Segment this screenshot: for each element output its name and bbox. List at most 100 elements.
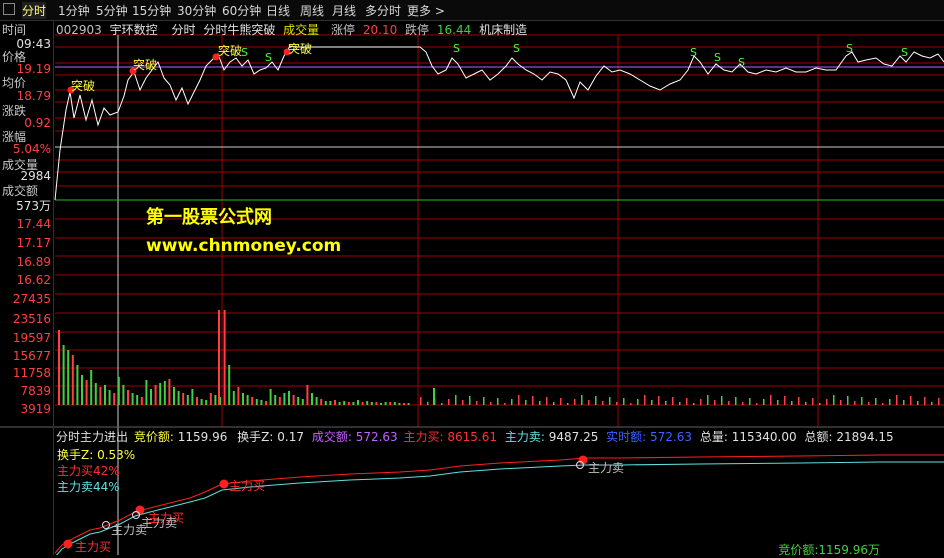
- amount-label: 成交额:: [311, 430, 352, 444]
- price-axis-label: 16.62: [16, 273, 51, 287]
- volume-bar: [742, 402, 744, 405]
- main-sell-label: 主力卖:: [504, 430, 545, 444]
- volume-bar: [177, 391, 180, 405]
- volume-bar: [630, 403, 632, 405]
- volume-bar: [168, 379, 171, 405]
- volume-bar: [343, 401, 346, 405]
- volume-bar: [490, 402, 492, 405]
- volume-bar: [791, 401, 793, 405]
- volume-bar: [191, 389, 194, 405]
- volume-toggle[interactable]: 成交量: [283, 23, 319, 37]
- volume-bar: [644, 395, 646, 405]
- volume-bar: [90, 370, 93, 405]
- turnover-label: 换手Z:: [237, 430, 274, 444]
- volume-bar: [882, 403, 884, 405]
- volume-bar: [173, 387, 175, 405]
- volume-bar: [441, 403, 443, 405]
- volume-bar: [812, 398, 814, 405]
- volume-bar: [113, 393, 116, 405]
- volume-bar: [99, 387, 102, 405]
- volume-bar: [651, 400, 653, 405]
- legend-turnover: 换手Z: 0.53%: [57, 448, 136, 462]
- sector-name: 机床制造: [479, 23, 528, 37]
- volume-bar: [728, 401, 730, 405]
- volume-bar: [62, 345, 65, 405]
- sub-title[interactable]: 分时主力进出: [56, 430, 128, 444]
- volume-bar: [840, 400, 842, 405]
- legend-main-buy: 主力买42%: [57, 464, 120, 478]
- volume-bar: [679, 402, 681, 405]
- volume-bar: [122, 385, 125, 405]
- volume-bar: [366, 401, 369, 405]
- breakout-label: 突破: [71, 79, 96, 93]
- volume-bar: [546, 397, 548, 405]
- sell-signal: S: [241, 46, 248, 59]
- sub-indicator-bar: 分时主力进出 竞价额: 1159.96 换手Z: 0.17 成交额: 572.6…: [56, 428, 894, 445]
- volume-bar: [76, 365, 79, 405]
- volume-bar: [196, 397, 198, 405]
- volume-bar: [334, 400, 336, 405]
- volume-bar: [159, 383, 162, 405]
- limit-up-value: 20.10: [362, 23, 398, 37]
- volume-bar: [595, 396, 597, 405]
- volume-bar: [581, 395, 583, 405]
- change-label: 涨跌: [2, 104, 27, 118]
- realtime-label: 实时额:: [606, 430, 647, 444]
- volume-bar: [553, 402, 555, 405]
- volume-bar: [889, 399, 891, 405]
- volume-bar: [370, 402, 373, 405]
- volume-axis-label: 27435: [12, 292, 51, 306]
- price-axis-label: 17.17: [16, 236, 51, 250]
- volume-bar: [246, 395, 249, 405]
- volume-bar: [686, 398, 688, 405]
- chart-svg: [0, 34, 944, 555]
- volume-bar: [265, 401, 267, 405]
- volume-bar: [455, 395, 457, 405]
- volume-bar: [819, 403, 821, 405]
- volume-bar: [200, 399, 203, 405]
- watermark-title: 第一股票公式网: [146, 207, 272, 228]
- volume-bar: [398, 403, 401, 405]
- stock-info-bar: 002903 宇环数控 分时 分时牛熊突破 成交量 涨停 20.10 跌停 16…: [56, 21, 527, 38]
- volume-bar: [623, 398, 625, 405]
- volume-bar: [274, 395, 277, 405]
- volume-bar: [693, 403, 695, 405]
- volume-bar: [163, 381, 166, 405]
- volume-bar: [104, 385, 106, 405]
- volume-bar: [384, 402, 387, 405]
- sell-signal: S: [738, 56, 745, 69]
- volume-bar: [278, 397, 281, 405]
- volume-bar: [403, 403, 405, 405]
- main-buy-marker: [63, 539, 73, 549]
- volume-bar: [218, 310, 220, 405]
- volume-bar: [338, 402, 341, 405]
- volume-bar: [301, 399, 304, 405]
- pct-value: 5.04%: [12, 142, 51, 156]
- volume-bar: [154, 385, 157, 405]
- volume-bar: [205, 400, 208, 405]
- main-buy-marker: [219, 479, 229, 489]
- volume-bar: [938, 398, 940, 405]
- volume-bar: [735, 397, 737, 405]
- volume-bar: [209, 393, 212, 405]
- auction-label: 竞价额:: [133, 430, 174, 444]
- volume-bar: [150, 389, 152, 405]
- indicator-name[interactable]: 分时牛熊突破: [203, 23, 275, 37]
- volume-bar: [186, 395, 189, 405]
- amount-value: 572.63: [355, 430, 398, 444]
- volume-bar: [324, 401, 327, 405]
- volume-bar: [297, 397, 300, 405]
- volume-bar: [504, 403, 506, 405]
- volume-bar: [214, 395, 217, 405]
- volume-bar: [329, 401, 332, 405]
- volume-bar: [136, 395, 139, 405]
- volume-bar: [875, 398, 877, 405]
- main-buy-label: 主力买:: [403, 430, 444, 444]
- main-sell-marker-label: 主力卖: [588, 461, 625, 475]
- sell-signal: S: [453, 42, 460, 55]
- volume-bar: [798, 397, 800, 405]
- volume-bar: [616, 402, 618, 405]
- left-info-panel: 时间 09:43 价格 19.19 均价 18.79 涨跌 0.92 涨幅 5.…: [0, 20, 54, 555]
- volume-bar: [58, 330, 60, 405]
- sell-signal: S: [901, 46, 908, 59]
